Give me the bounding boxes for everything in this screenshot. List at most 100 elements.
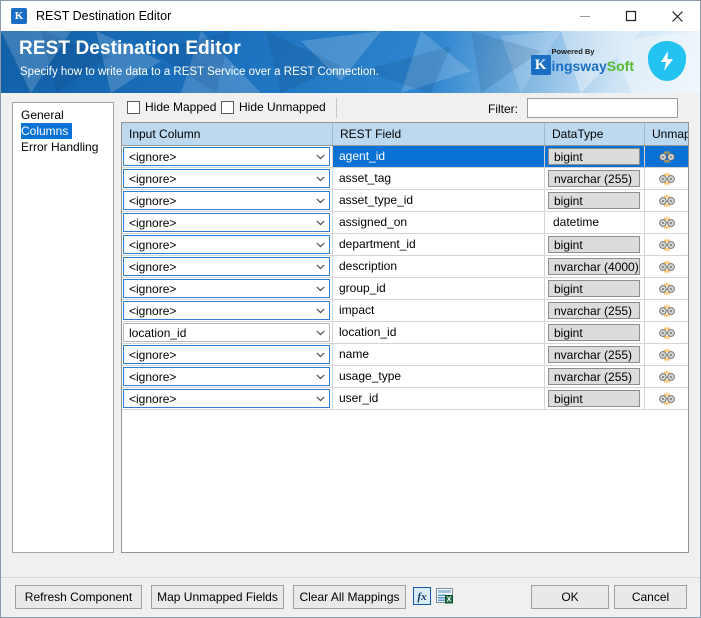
column-header-datatype[interactable]: DataType xyxy=(545,123,645,145)
unmap-cell[interactable] xyxy=(645,344,688,366)
hide-unmapped-checkbox-box[interactable] xyxy=(221,100,234,114)
options-separator xyxy=(336,98,337,118)
maximize-button[interactable] xyxy=(608,2,654,31)
filter-input[interactable] xyxy=(527,98,678,118)
input-column-cell[interactable]: <ignore> xyxy=(122,212,333,234)
table-row[interactable]: <ignore> asset_type_id bigint xyxy=(122,190,688,212)
input-column-dropdown[interactable]: <ignore> xyxy=(123,279,330,298)
sidebar-item-general[interactable]: General xyxy=(13,107,113,123)
input-column-dropdown[interactable]: <ignore> xyxy=(123,301,330,320)
hide-unmapped-checkbox[interactable]: Hide Unmapped xyxy=(221,100,326,114)
unmap-cell[interactable] xyxy=(645,234,688,256)
input-column-cell[interactable]: <ignore> xyxy=(122,234,333,256)
chevron-down-icon-wrap[interactable] xyxy=(312,374,329,380)
unmap-cell[interactable] xyxy=(645,278,688,300)
input-column-value: <ignore> xyxy=(129,237,177,252)
map-unmapped-fields-button[interactable]: Map Unmapped Fields xyxy=(151,585,284,609)
chevron-down-icon-wrap[interactable] xyxy=(312,176,329,182)
table-row[interactable]: location_id location_id bigint xyxy=(122,322,688,344)
input-column-dropdown[interactable]: <ignore> xyxy=(123,191,330,210)
cancel-button[interactable]: Cancel xyxy=(614,585,687,609)
table-row[interactable]: <ignore> department_id bigint xyxy=(122,234,688,256)
input-column-dropdown[interactable]: <ignore> xyxy=(123,257,330,276)
sidebar-item-error-handling[interactable]: Error Handling xyxy=(13,139,113,155)
table-row[interactable]: <ignore> asset_tag nvarchar (255) xyxy=(122,168,688,190)
unmap-cell[interactable] xyxy=(645,366,688,388)
input-column-dropdown[interactable]: <ignore> xyxy=(123,345,330,364)
minimize-button[interactable] xyxy=(562,2,608,31)
column-header-rest-field[interactable]: REST Field xyxy=(333,123,545,145)
fx-expression-button[interactable]: fx xyxy=(412,586,431,605)
export-to-excel-button[interactable]: X xyxy=(435,586,454,605)
rest-field-cell[interactable]: impact xyxy=(333,300,545,322)
table-row[interactable]: <ignore> agent_id bigint xyxy=(122,146,688,168)
rest-field-cell[interactable]: agent_id xyxy=(333,146,545,168)
unmap-cell[interactable] xyxy=(645,322,688,344)
input-column-dropdown[interactable]: <ignore> xyxy=(123,169,330,188)
sidebar-item-columns[interactable]: Columns xyxy=(21,123,73,139)
input-column-value: <ignore> xyxy=(129,259,177,274)
ok-button[interactable]: OK xyxy=(531,585,609,609)
table-row[interactable]: <ignore> user_id bigint xyxy=(122,388,688,410)
chevron-down-icon-wrap[interactable] xyxy=(312,198,329,204)
input-column-dropdown[interactable]: <ignore> xyxy=(123,147,330,166)
column-header-input-column[interactable]: Input Column xyxy=(122,123,333,145)
refresh-component-button[interactable]: Refresh Component xyxy=(15,585,142,609)
input-column-dropdown[interactable]: location_id xyxy=(123,323,330,342)
table-row[interactable]: <ignore> usage_type nvarchar (255) xyxy=(122,366,688,388)
input-column-cell[interactable]: <ignore> xyxy=(122,388,333,410)
unmap-cell[interactable] xyxy=(645,388,688,410)
rest-field-cell[interactable]: location_id xyxy=(333,322,545,344)
lightning-bolt-icon xyxy=(661,51,673,71)
rest-field-cell[interactable]: description xyxy=(333,256,545,278)
hide-mapped-checkbox-box[interactable] xyxy=(127,100,140,114)
clear-all-mappings-button[interactable]: Clear All Mappings xyxy=(293,585,406,609)
unmap-cell[interactable] xyxy=(645,212,688,234)
input-column-cell[interactable]: <ignore> xyxy=(122,366,333,388)
table-row[interactable]: <ignore> assigned_on datetime xyxy=(122,212,688,234)
input-column-cell[interactable]: <ignore> xyxy=(122,168,333,190)
table-row[interactable]: <ignore> impact nvarchar (255) xyxy=(122,300,688,322)
input-column-cell[interactable]: <ignore> xyxy=(122,278,333,300)
input-column-dropdown[interactable]: <ignore> xyxy=(123,367,330,386)
rest-field-cell[interactable]: user_id xyxy=(333,388,545,410)
input-column-cell[interactable]: <ignore> xyxy=(122,256,333,278)
input-column-cell[interactable]: location_id xyxy=(122,322,333,344)
input-column-cell[interactable]: <ignore> xyxy=(122,190,333,212)
chevron-down-icon-wrap[interactable] xyxy=(312,396,329,402)
chevron-down-icon-wrap[interactable] xyxy=(312,220,329,226)
input-column-dropdown[interactable]: <ignore> xyxy=(123,389,330,408)
column-header-unmap[interactable]: Unmap xyxy=(645,123,688,145)
table-row[interactable]: <ignore> description nvarchar (4000) xyxy=(122,256,688,278)
rest-field-cell[interactable]: assigned_on xyxy=(333,212,545,234)
unmap-cell[interactable] xyxy=(645,168,688,190)
input-column-dropdown[interactable]: <ignore> xyxy=(123,213,330,232)
unmap-cell[interactable] xyxy=(645,256,688,278)
chevron-down-icon xyxy=(316,242,325,247)
chevron-down-icon-wrap[interactable] xyxy=(312,242,329,248)
input-column-cell[interactable]: <ignore> xyxy=(122,344,333,366)
chevron-down-icon xyxy=(316,308,325,313)
table-row[interactable]: <ignore> group_id bigint xyxy=(122,278,688,300)
rest-field-cell[interactable]: group_id xyxy=(333,278,545,300)
chevron-down-icon-wrap[interactable] xyxy=(312,264,329,270)
rest-field-cell[interactable]: department_id xyxy=(333,234,545,256)
chevron-down-icon-wrap[interactable] xyxy=(312,286,329,292)
input-column-cell[interactable]: <ignore> xyxy=(122,300,333,322)
rest-field-cell[interactable]: asset_type_id xyxy=(333,190,545,212)
hide-mapped-checkbox[interactable]: Hide Mapped xyxy=(127,100,216,114)
unmap-cell[interactable] xyxy=(645,300,688,322)
rest-field-cell[interactable]: usage_type xyxy=(333,366,545,388)
chevron-down-icon-wrap[interactable] xyxy=(312,308,329,314)
chevron-down-icon-wrap[interactable] xyxy=(312,330,329,336)
chevron-down-icon-wrap[interactable] xyxy=(312,154,329,160)
rest-field-cell[interactable]: name xyxy=(333,344,545,366)
close-button[interactable] xyxy=(654,2,700,31)
chevron-down-icon-wrap[interactable] xyxy=(312,352,329,358)
input-column-dropdown[interactable]: <ignore> xyxy=(123,235,330,254)
rest-field-cell[interactable]: asset_tag xyxy=(333,168,545,190)
unmap-cell[interactable] xyxy=(645,146,688,168)
input-column-cell[interactable]: <ignore> xyxy=(122,146,333,168)
table-row[interactable]: <ignore> name nvarchar (255) xyxy=(122,344,688,366)
unmap-cell[interactable] xyxy=(645,190,688,212)
